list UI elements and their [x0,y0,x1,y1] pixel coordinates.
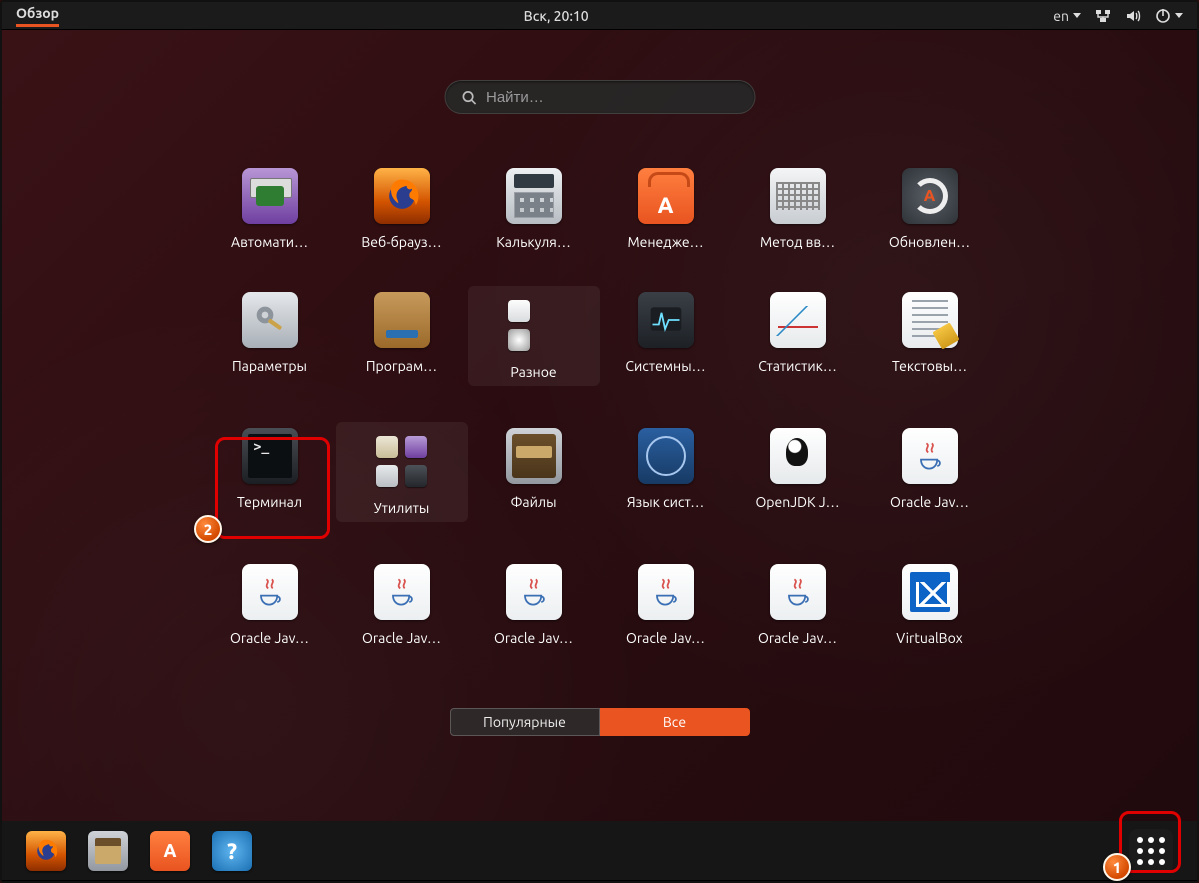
app-grid: Автомати… Веб-брауз… Калькуля… Менедже… … [2,162,1197,646]
app-input-method[interactable]: Метод вв… [732,162,864,250]
chart-icon [770,292,826,348]
app-label: Калькуля… [468,234,600,250]
globe-flag-icon [638,428,694,484]
power-icon [1155,8,1171,24]
chevron-down-icon [1175,13,1183,18]
power-menu[interactable] [1155,8,1183,24]
annotation-badge-2: 2 [194,515,222,543]
app-label: Параметры [204,358,336,374]
search-icon [461,90,476,105]
search-input[interactable] [486,89,738,106]
app-label: Oracle Jav… [336,630,468,646]
refresh-icon [902,168,958,224]
app-label: VirtualBox [864,630,996,646]
dock [2,821,1197,881]
folder-icon [374,434,430,490]
app-openjdk[interactable]: OpenJDK J… [732,422,864,522]
network-icon[interactable] [1095,8,1111,24]
dock-software[interactable] [150,831,190,871]
app-stats[interactable]: Статистик… [732,286,864,386]
dock-firefox[interactable] [26,831,66,871]
dock-files[interactable] [88,831,128,871]
app-text-editor[interactable]: Текстовы… [864,286,996,386]
app-software-center[interactable]: Менедже… [600,162,732,250]
view-filter: Популярные Все [450,708,750,736]
chevron-down-icon [1073,13,1081,18]
app-software[interactable]: Програм… [336,286,468,386]
java-cup-icon [242,564,298,620]
volume-icon[interactable] [1125,8,1141,24]
activities-button[interactable]: Обзор [16,5,59,27]
automator-icon [242,168,298,224]
app-oracle-java-4[interactable]: Oracle Jav… [468,558,600,646]
java-cup-icon [902,428,958,484]
calculator-icon [506,168,562,224]
app-files[interactable]: Файлы [468,422,600,522]
search-field[interactable] [444,80,755,114]
app-terminal[interactable]: Терминал [204,422,336,522]
java-cup-icon [506,564,562,620]
app-oracle-java-5[interactable]: Oracle Jav… [600,558,732,646]
folder-icon [506,298,562,354]
app-label: Статистик… [732,358,864,374]
app-system-monitor[interactable]: Системны… [600,286,732,386]
terminal-icon [242,428,298,484]
app-label: Язык сист… [600,494,732,510]
app-firefox[interactable]: Веб-брауз… [336,162,468,250]
app-label: OpenJDK J… [732,494,864,510]
app-virtualbox[interactable]: VirtualBox [864,558,996,646]
java-cup-icon [638,564,694,620]
java-cup-icon [374,564,430,620]
firefox-icon [31,836,61,866]
firefox-icon [374,168,430,224]
filter-all[interactable]: Все [600,708,750,736]
app-label: Системны… [600,358,732,374]
file-cabinet-icon [506,428,562,484]
app-label: Oracle Jav… [732,630,864,646]
app-oracle-java-6[interactable]: Oracle Jav… [732,558,864,646]
keyboard-layout-indicator[interactable]: en [1053,8,1081,24]
keyboard-icon [770,168,826,224]
app-settings[interactable]: Параметры [204,286,336,386]
package-globe-icon [374,292,430,348]
app-label: Oracle Jav… [864,494,996,510]
app-label: Утилиты [336,500,468,516]
show-apps-button[interactable] [1129,829,1173,873]
app-label: Oracle Jav… [600,630,732,646]
top-bar: Обзор Вск, 20:10 en [2,2,1197,30]
filter-popular[interactable]: Популярные [450,708,600,736]
app-label: Обновлен… [864,234,996,250]
folder-utilities[interactable]: Утилиты [336,422,468,522]
app-updates[interactable]: Обновлен… [864,162,996,250]
virtualbox-icon [902,564,958,620]
dock-help[interactable] [212,831,252,871]
app-label: Менедже… [600,234,732,250]
app-label: Терминал [204,494,336,510]
app-language[interactable]: Язык сист… [600,422,732,522]
notepad-icon [902,292,958,348]
app-label: Разное [468,364,600,380]
annotation-badge-1: 1 [1103,853,1131,881]
app-label: Oracle Jav… [468,630,600,646]
app-calculator[interactable]: Калькуля… [468,162,600,250]
app-automator[interactable]: Автомати… [204,162,336,250]
app-oracle-java-1[interactable]: Oracle Jav… [864,422,996,522]
app-oracle-java-2[interactable]: Oracle Jav… [204,558,336,646]
wrench-gear-icon [242,292,298,348]
duke-icon [770,428,826,484]
clock[interactable]: Вск, 20:10 [59,8,1053,24]
app-label: Програм… [336,358,468,374]
app-label: Файлы [468,494,600,510]
java-cup-icon [770,564,826,620]
app-oracle-java-3[interactable]: Oracle Jav… [336,558,468,646]
app-label: Текстовы… [864,358,996,374]
app-label: Oracle Jav… [204,630,336,646]
app-label: Автомати… [204,234,336,250]
activity-icon [638,292,694,348]
shopping-bag-icon [638,168,694,224]
app-label: Веб-брауз… [336,234,468,250]
folder-misc[interactable]: Разное [468,286,600,386]
app-label: Метод вв… [732,234,864,250]
